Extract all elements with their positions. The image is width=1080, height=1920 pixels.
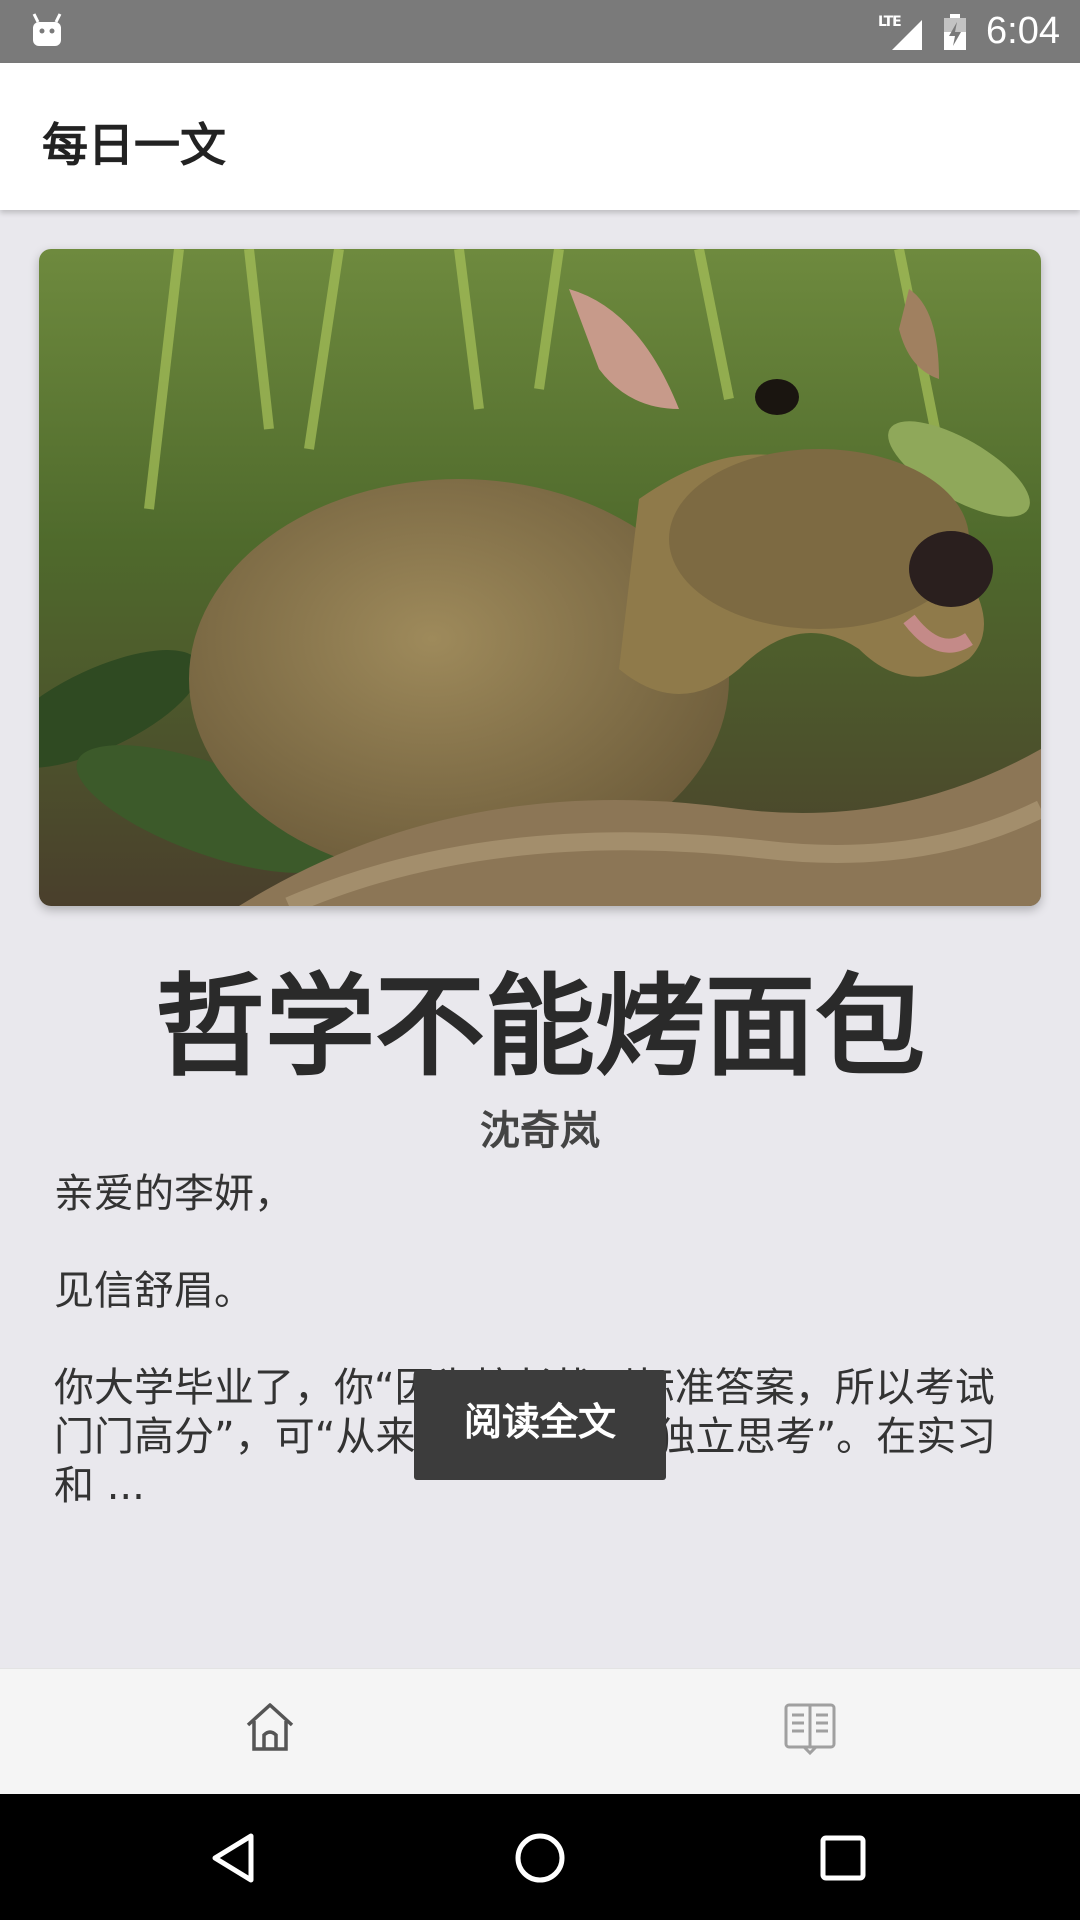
app-bar: 每日一文 bbox=[0, 63, 1080, 210]
signal-indicator: LTE bbox=[878, 12, 924, 52]
recents-icon[interactable] bbox=[815, 1830, 871, 1886]
app-title: 每日一文 bbox=[42, 118, 226, 172]
hero-image bbox=[39, 249, 1041, 906]
read-full-button[interactable]: 阅读全文 bbox=[414, 1370, 666, 1480]
bottom-tab-bar bbox=[0, 1668, 1080, 1795]
home-icon[interactable] bbox=[240, 1697, 300, 1757]
excerpt-paragraph: 见信舒眉。 bbox=[54, 1268, 254, 1314]
article-excerpt: 亲爱的李妍， 见信舒眉。 你大学毕业了，你“因为擅长找到标准答案，所以考试门门高… bbox=[54, 1170, 1004, 1559]
signal-icon bbox=[892, 19, 923, 50]
home-circle-icon[interactable] bbox=[512, 1830, 568, 1886]
android-icon bbox=[32, 13, 62, 46]
status-bar: LTE 6:04 bbox=[0, 0, 1080, 63]
article-title: 哲学不能烤面包 bbox=[155, 963, 925, 1091]
excerpt-paragraph: 亲爱的李妍， bbox=[54, 1171, 294, 1217]
battery-charging-icon bbox=[944, 13, 967, 50]
book-icon[interactable] bbox=[780, 1697, 840, 1757]
system-nav-bar bbox=[0, 1794, 1080, 1920]
back-icon[interactable] bbox=[207, 1830, 263, 1886]
article-author: 沈奇岚 bbox=[480, 1108, 600, 1154]
status-time: 6:04 bbox=[986, 10, 1060, 52]
